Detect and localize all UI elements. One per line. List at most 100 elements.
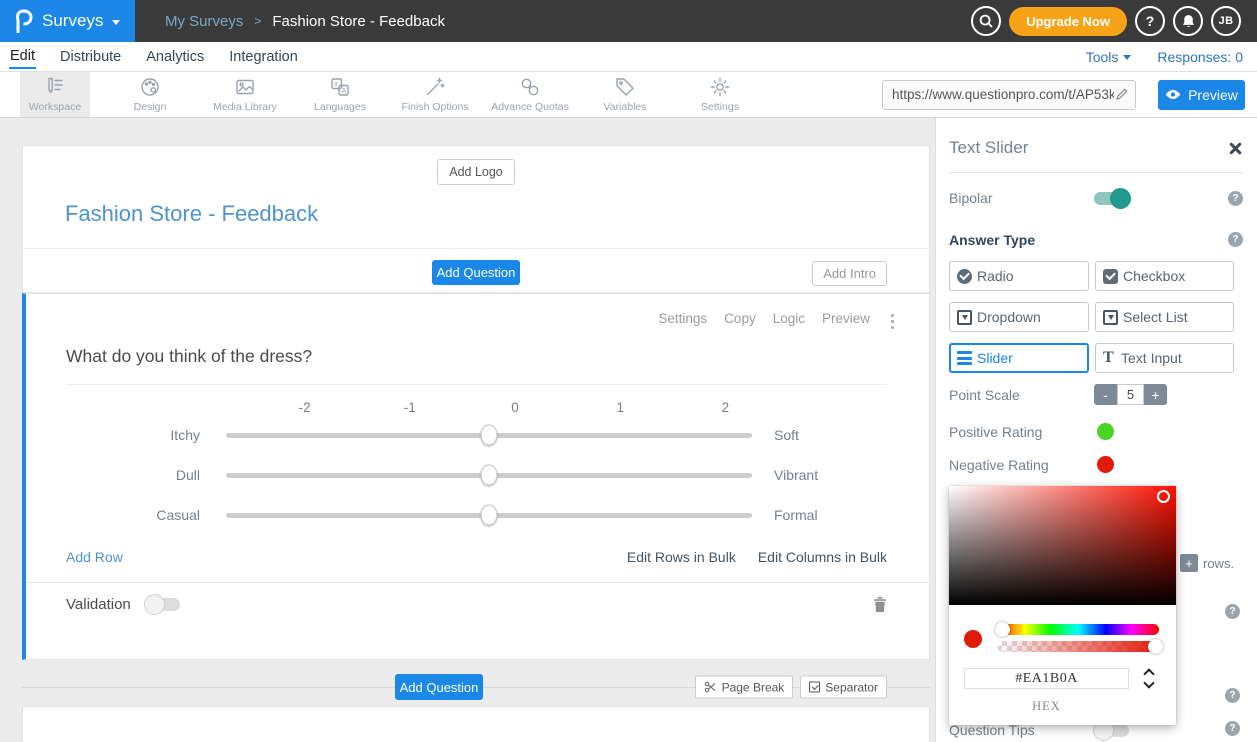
bipolar-help-icon[interactable] [1228,191,1243,206]
page-break-button[interactable]: Page Break [695,676,794,699]
answer-type-label: Select List [1123,309,1188,325]
question-settings-link[interactable]: Settings [658,311,707,326]
question-text[interactable]: What do you think of the dress? [66,346,929,367]
toolbar-item-languages[interactable]: x A Languages [305,72,375,117]
slider-row: Itchy Soft [66,415,929,455]
survey-url-field[interactable]: https://www.questionpro.com/t/AP53kZiOC [882,80,1136,110]
help-icon[interactable] [1225,688,1240,703]
slider-handle[interactable] [481,505,498,526]
validation-row: Validation [66,596,887,613]
languages-icon: x A [329,76,351,98]
toolbar-item-design[interactable]: Design [115,72,185,117]
select-list-caret-icon [1103,310,1118,325]
answer-type-label: Dropdown [977,309,1041,325]
edit-columns-bulk-link[interactable]: Edit Columns in Bulk [758,549,887,565]
hue-slider[interactable] [997,624,1159,635]
question-logic-link[interactable]: Logic [773,311,805,326]
radio-check-icon [957,269,972,284]
preview-button[interactable]: Preview [1158,80,1245,110]
answer-type-text-input[interactable]: Text Input [1095,343,1234,373]
help-button[interactable] [1135,6,1165,36]
hex-input[interactable] [964,668,1129,689]
positive-rating-label: Positive Rating [949,424,1094,440]
negative-rating-row: Negative Rating [949,456,1243,473]
edit-rows-bulk-link[interactable]: Edit Rows in Bulk [627,549,736,565]
add-logo-button[interactable]: Add Logo [437,159,515,185]
validation-toggle[interactable] [145,598,180,611]
answer-type-slider[interactable]: Slider [949,343,1089,373]
preview-label: Preview [1188,87,1238,103]
slider-handle[interactable] [481,425,498,446]
help-icon[interactable] [1225,604,1240,619]
toolbar-item-settings[interactable]: Settings [685,72,755,117]
saturation-selector[interactable] [1157,490,1170,503]
question-preview-link[interactable]: Preview [822,311,870,326]
slider-track[interactable] [226,513,752,518]
tab-distribute[interactable]: Distribute [59,45,122,68]
slider-track[interactable] [226,433,752,438]
avatar[interactable]: JB [1211,6,1241,36]
survey-title[interactable]: Fashion Store - Feedback [65,201,929,227]
question-copy-link[interactable]: Copy [724,311,756,326]
toolbar-item-media-library[interactable]: Media Library [210,72,280,117]
add-row-link[interactable]: Add Row [66,549,123,565]
chevron-down-icon[interactable] [1143,677,1154,688]
increase-rows-button[interactable] [1180,554,1198,572]
alpha-slider[interactable] [997,641,1159,652]
answer-type-checkbox[interactable]: Checkbox [1095,261,1234,291]
vertical-dots-icon[interactable] [891,314,894,317]
scale-label: -1 [357,400,462,415]
validation-label: Validation [66,596,131,613]
answer-type-dropdown[interactable]: Dropdown [949,302,1089,332]
bipolar-toggle[interactable] [1094,192,1129,205]
slider-handle[interactable] [481,465,498,486]
scale-label: 2 [673,400,778,415]
tab-integration[interactable]: Integration [228,45,299,68]
toolbar-item-variables[interactable]: Variables [590,72,660,117]
responses-count[interactable]: Responses: 0 [1157,49,1243,65]
positive-rating-row: Positive Rating [949,423,1243,440]
tab-edit[interactable]: Edit [9,44,36,69]
tools-menu[interactable]: Tools [1086,49,1132,65]
notifications-button[interactable] [1173,6,1203,36]
toolbar-item-label: Advance Quotas [491,101,569,113]
toolbar-item-advance-quotas[interactable]: Advance Quotas [495,72,565,117]
hex-spinner[interactable] [1145,670,1153,687]
breadcrumb-my-surveys[interactable]: My Surveys [165,13,243,30]
tab-analytics[interactable]: Analytics [145,45,205,68]
toolbar-item-label: Media Library [213,101,277,113]
page-break-label: Page Break [722,680,785,694]
upgrade-now-button[interactable]: Upgrade Now [1009,7,1127,36]
negative-color-swatch[interactable] [1097,456,1114,473]
answer-type-help-icon[interactable] [1228,232,1243,247]
search-button[interactable] [971,6,1001,36]
separator-button[interactable]: Separator [800,676,887,699]
svg-text:A: A [341,86,346,95]
alpha-handle[interactable] [1148,639,1163,654]
panel-title: Text Slider [949,138,1028,158]
pencil-icon[interactable] [1114,87,1129,102]
close-icon[interactable] [1228,141,1243,156]
nav-right: Tools Responses: 0 [1086,49,1257,65]
increase-scale-button[interactable] [1144,384,1167,405]
add-intro-button[interactable]: Add Intro [812,261,887,286]
slider-track[interactable] [226,473,752,478]
add-question-button-top[interactable]: Add Question [432,260,520,285]
add-question-button-bottom[interactable]: Add Question [395,674,483,700]
answer-type-radio[interactable]: Radio [949,261,1089,291]
toolbar-item-finish-options[interactable]: Finish Options [400,72,470,117]
answer-type-select-list[interactable]: Select List [1095,302,1234,332]
toolbar-item-workspace[interactable]: Workspace [20,72,90,117]
decrease-scale-button[interactable] [1094,384,1117,405]
saturation-area[interactable] [949,486,1176,605]
slider-row: Casual Formal [66,495,929,535]
toolbar-item-label: Design [134,101,167,113]
point-scale-value[interactable]: 5 [1117,384,1144,405]
breadcrumb-current: Fashion Store - Feedback [272,13,445,30]
question-tips-toggle[interactable] [1094,724,1129,737]
trash-icon[interactable] [873,596,887,613]
product-menu[interactable]: Surveys [0,0,135,42]
slider-left-label: Casual [66,507,226,523]
positive-color-swatch[interactable] [1097,423,1114,440]
hue-handle[interactable] [995,622,1010,637]
